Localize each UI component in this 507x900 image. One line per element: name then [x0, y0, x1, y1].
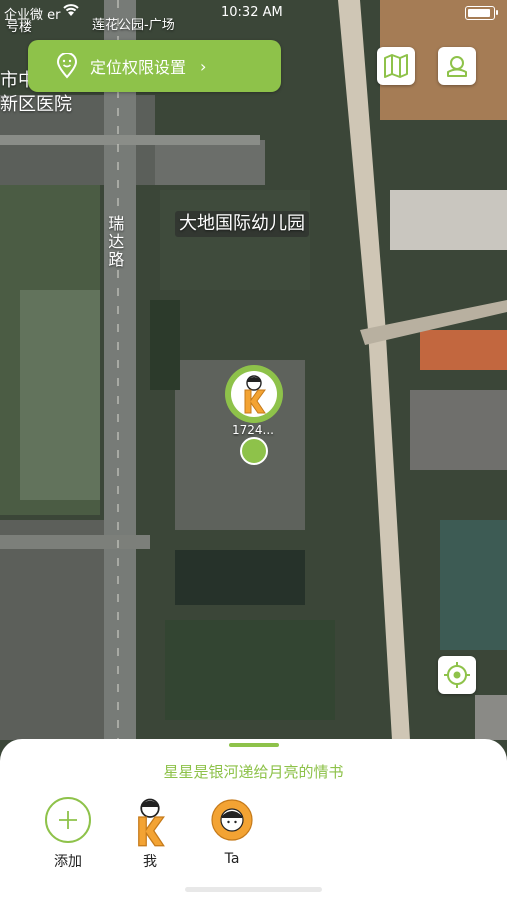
wifi-icon — [62, 3, 80, 21]
marker-label: 1724... — [232, 423, 274, 437]
map-label-park: 莲花公园-广场 — [92, 18, 175, 33]
map-type-button[interactable] — [377, 47, 415, 85]
location-permission-button[interactable]: 定位权限设置 › — [28, 40, 281, 92]
bottom-sheet[interactable]: 星星是银河递给月亮的情书 添加 我 Ta — [0, 739, 507, 900]
plus-icon — [59, 811, 77, 829]
map-label-hospital-line2: 新区医院 — [0, 94, 72, 115]
profile-icon — [447, 56, 467, 77]
member-ta[interactable]: Ta — [202, 797, 262, 867]
location-permission-label: 定位权限设置 — [90, 58, 187, 77]
k-avatar-icon — [244, 375, 266, 414]
map-icon — [384, 54, 408, 78]
profile-button[interactable] — [438, 47, 476, 85]
location-dot — [240, 437, 268, 465]
status-bar: 企业微 er 10:32 AM — [0, 0, 507, 26]
me-label: 我 — [143, 854, 157, 870]
add-circle — [45, 797, 91, 843]
clock: 10:32 AM — [221, 5, 283, 20]
locate-button[interactable] — [438, 656, 476, 694]
member-me[interactable]: 我 — [120, 797, 180, 871]
k-avatar-icon — [138, 798, 165, 847]
chevron-right-icon: › — [200, 56, 207, 76]
home-indicator — [185, 887, 322, 892]
o-avatar-icon — [211, 799, 253, 841]
map-label-road: 瑞达路 — [105, 215, 125, 269]
me-avatar — [127, 797, 173, 847]
motto-text: 星星是银河递给月亮的情书 — [163, 763, 344, 781]
sheet-handle[interactable] — [229, 743, 279, 747]
battery-icon — [465, 6, 498, 20]
user-location-marker[interactable] — [225, 365, 283, 423]
ta-label: Ta — [224, 851, 240, 867]
add-member-button[interactable]: 添加 — [38, 797, 98, 871]
map-label-building: 号楼 — [6, 20, 33, 35]
map-label-kindergarten: 大地国际幼儿园 — [175, 211, 309, 237]
locate-icon — [444, 662, 470, 688]
add-label: 添加 — [54, 854, 82, 870]
location-pin-icon — [56, 53, 78, 79]
ta-avatar — [209, 797, 255, 843]
